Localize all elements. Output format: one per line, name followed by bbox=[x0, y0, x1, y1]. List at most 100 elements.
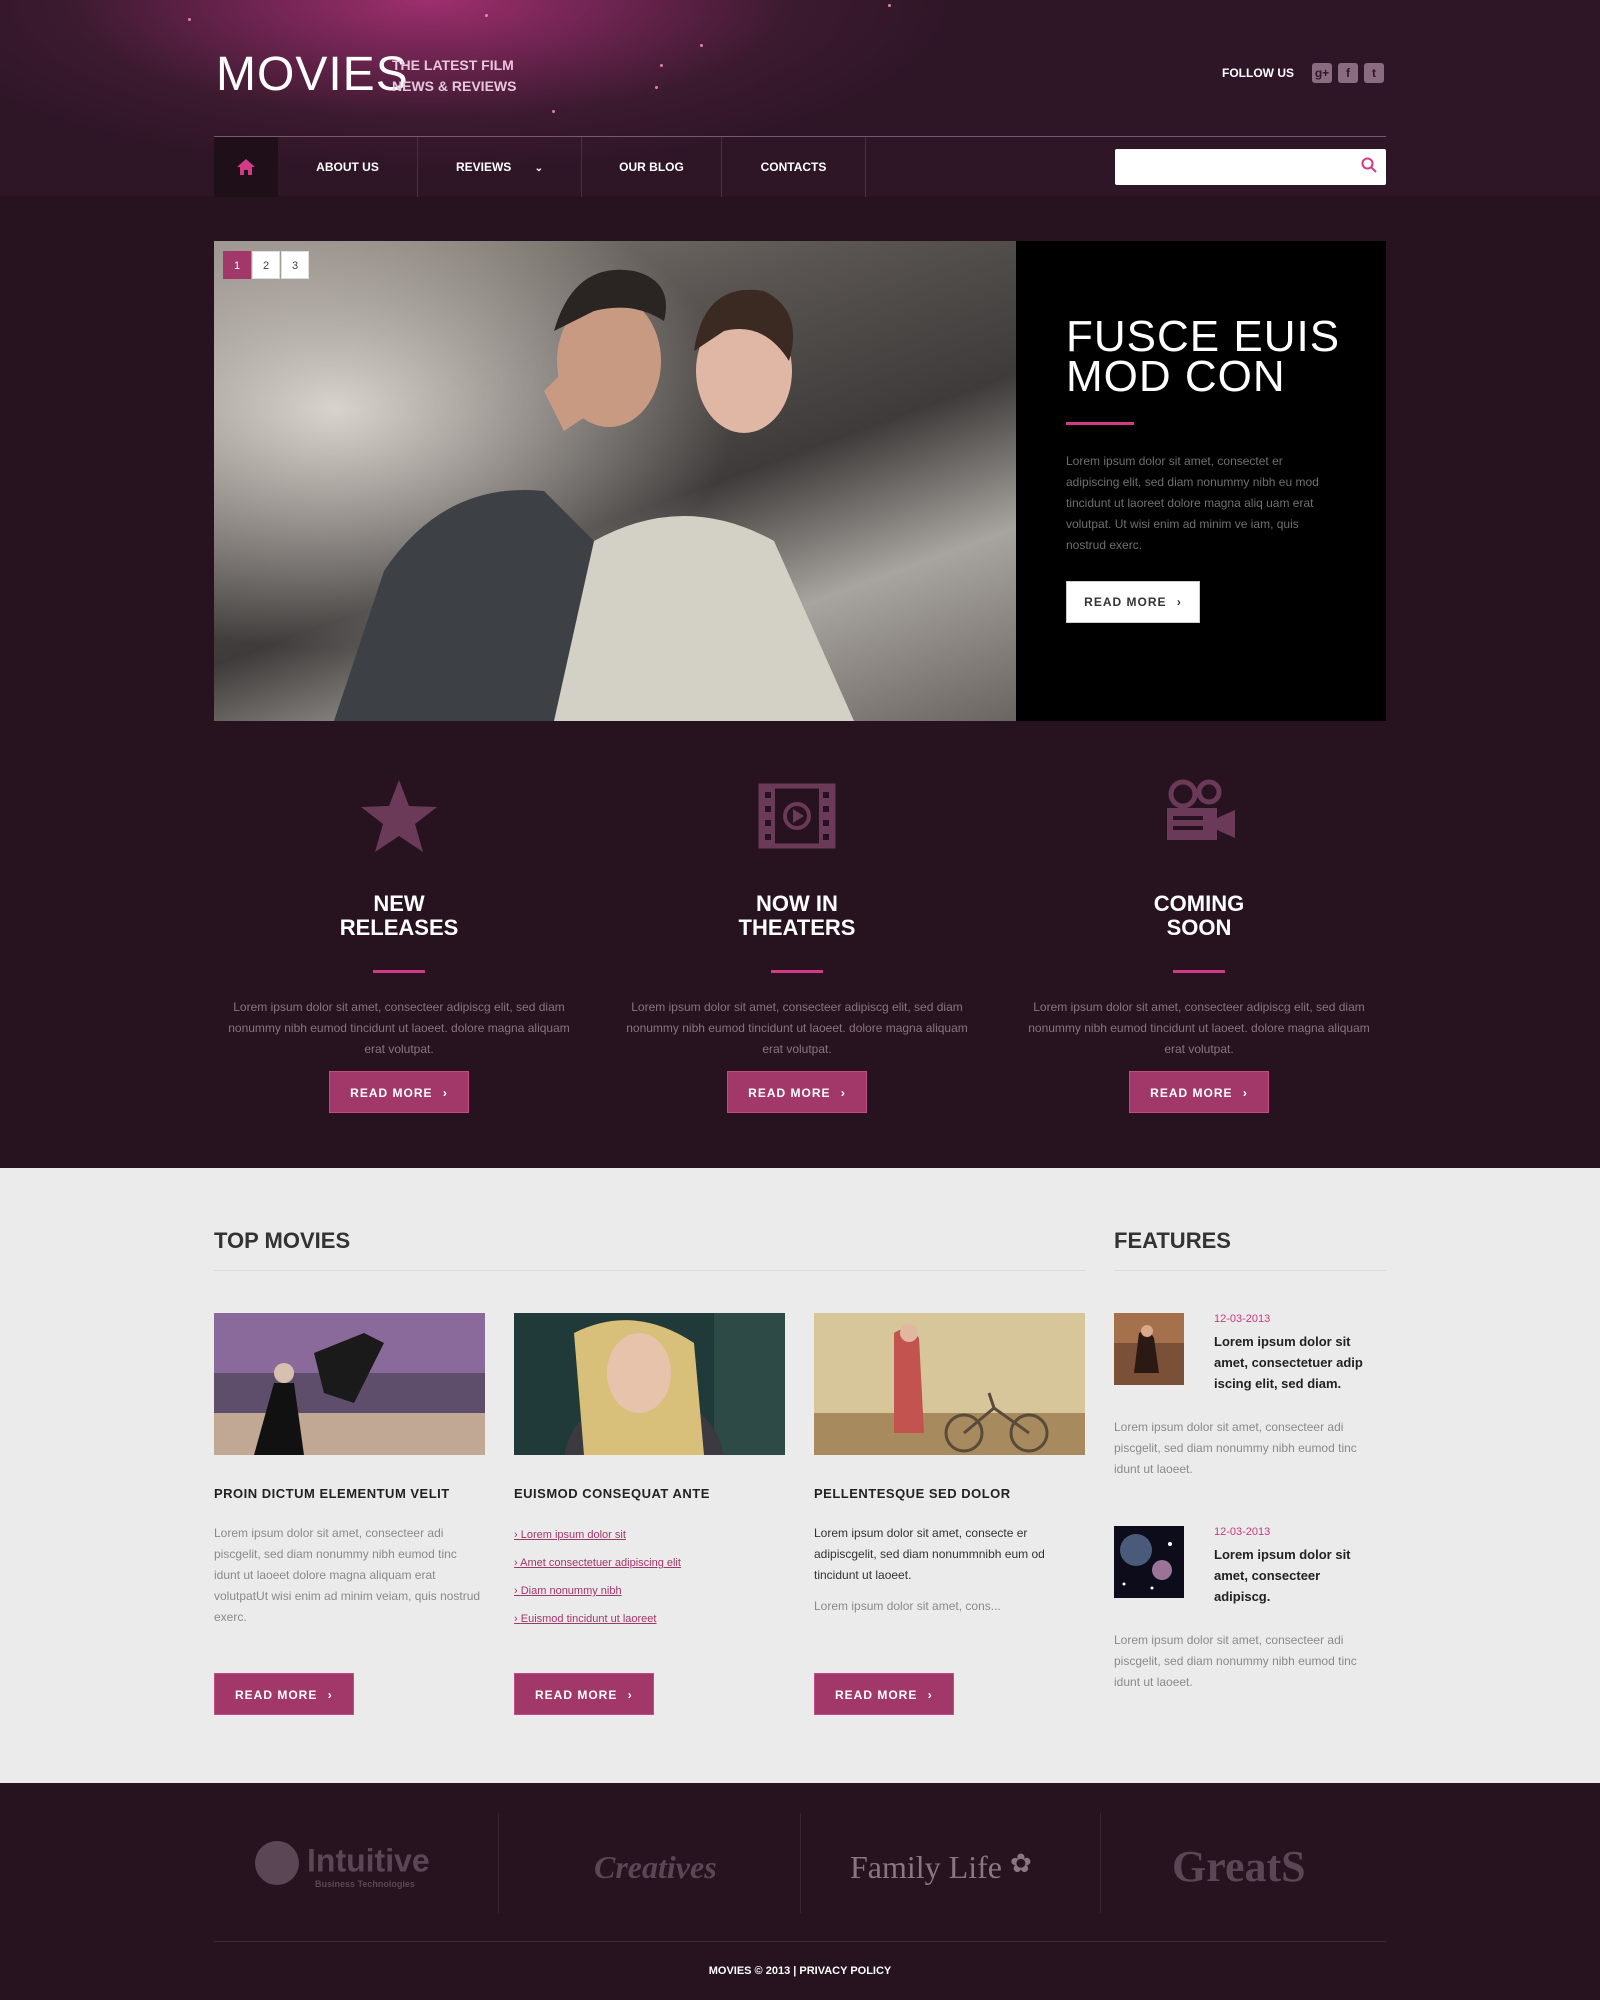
feature-title: NOW IN THEATERS bbox=[738, 891, 856, 940]
chevron-right-icon: › bbox=[927, 1688, 933, 1702]
feature-coming-soon: COMING SOON Lorem ipsum dolor sit amet, … bbox=[1014, 776, 1384, 1113]
slide-text: Lorem ipsum dolor sit amet, consectet er… bbox=[1066, 454, 1319, 552]
site-tagline: THE LATEST FILM NEWS & REVIEWS bbox=[392, 57, 517, 94]
movie-link-list: Lorem ipsum dolor sit Amet consectetuer … bbox=[514, 1521, 785, 1633]
movie-title[interactable]: EUISMOD CONSEQUAT ANTE bbox=[514, 1486, 785, 1501]
hero-slider: 1 2 3 FUSCE EUIS MOD CON Lorem ipsum dol… bbox=[214, 241, 1386, 721]
partner-name: Intuitive bbox=[307, 1842, 430, 1879]
content-section: TOP MOVIES FEATURES PROIN DICTUM ELEMENT… bbox=[0, 1168, 1600, 1783]
feature-item-text: Lorem ipsum dolor sit amet, consecteer a… bbox=[1114, 1420, 1357, 1476]
feature-thumbnail[interactable] bbox=[1114, 1313, 1184, 1385]
chevron-right-icon: › bbox=[1176, 595, 1182, 609]
nav-home-icon[interactable] bbox=[214, 137, 278, 197]
movie-link[interactable]: Amet consectetuer adipiscing elit bbox=[514, 1549, 785, 1577]
nav-item-about-us[interactable]: ABOUT US bbox=[278, 137, 418, 197]
feature-date: 12-03-2013 bbox=[1214, 1526, 1271, 1538]
slider-page-3[interactable]: 3 bbox=[281, 251, 309, 279]
main-nav: ABOUT US REVIEWS ⌄ OUR BLOG CONTACTS bbox=[214, 136, 1386, 197]
feature-item-title[interactable]: Lorem ipsum dolor sit amet, consectetuer… bbox=[1214, 1331, 1384, 1394]
movie-title[interactable]: PELLENTESQUE SED DOLOR bbox=[814, 1486, 1085, 1501]
site-logo-title[interactable]: MOVIES bbox=[216, 48, 409, 102]
feature-new-releases: NEW RELEASES Lorem ipsum dolor sit amet,… bbox=[214, 776, 584, 1113]
partner-logo-creatives[interactable]: Creatives bbox=[594, 1849, 717, 1886]
partner-name: Family Life bbox=[850, 1849, 1002, 1885]
slide-title: FUSCE EUIS MOD CON bbox=[1066, 312, 1341, 401]
slide-read-more-button[interactable]: READ MORE › bbox=[1066, 581, 1200, 623]
logo-divider bbox=[1100, 1813, 1101, 1913]
section-divider bbox=[214, 1270, 1086, 1271]
movie-card: PROIN DICTUM ELEMENTUM VELIT Lorem ipsum… bbox=[214, 1313, 485, 1715]
features-heading: FEATURES bbox=[1114, 1228, 1231, 1253]
partner-subtitle: Business Technologies bbox=[315, 1879, 415, 1889]
read-more-label: READ MORE bbox=[235, 1688, 318, 1702]
movie-link[interactable]: Diam nonummy nibh bbox=[514, 1577, 785, 1605]
chevron-right-icon: › bbox=[627, 1688, 633, 1702]
facebook-icon[interactable]: f bbox=[1338, 63, 1358, 83]
chevron-down-icon: ⌄ bbox=[534, 163, 544, 174]
feature-item-title[interactable]: Lorem ipsum dolor sit amet, consecteer a… bbox=[1214, 1544, 1354, 1607]
feature-now-in-theaters: NOW IN THEATERS Lorem ipsum dolor sit am… bbox=[612, 776, 982, 1113]
movie-thumbnail[interactable] bbox=[814, 1313, 1085, 1455]
read-more-label: READ MORE bbox=[748, 1086, 831, 1100]
feature-text: Lorem ipsum dolor sit amet, consecteer a… bbox=[626, 1000, 968, 1056]
partner-logo-greats[interactable]: GreatS bbox=[1172, 1841, 1306, 1892]
movie-text-bold: Lorem ipsum dolor sit amet, consecte er … bbox=[814, 1526, 1045, 1582]
nav-item-reviews[interactable]: REVIEWS ⌄ bbox=[418, 137, 582, 197]
read-more-button[interactable]: READ MORE › bbox=[329, 1071, 469, 1113]
partner-logo-intuitive[interactable]: Intuitive Business Technologies bbox=[255, 1841, 430, 1889]
footer-divider bbox=[214, 1941, 1386, 1942]
read-more-label: READ MORE bbox=[1150, 1086, 1233, 1100]
movie-thumbnail[interactable] bbox=[214, 1313, 485, 1455]
top-movies-heading: TOP MOVIES bbox=[214, 1228, 351, 1253]
feature-item-text: Lorem ipsum dolor sit amet, consecteer a… bbox=[1114, 1633, 1357, 1689]
slider-page-1[interactable]: 1 bbox=[223, 251, 251, 279]
slider-page-2[interactable]: 2 bbox=[252, 251, 280, 279]
read-more-label: READ MORE bbox=[535, 1688, 618, 1702]
footer: Intuitive Business Technologies Creative… bbox=[0, 1783, 1600, 2000]
feature-thumbnail[interactable] bbox=[1114, 1526, 1184, 1598]
section-divider bbox=[1114, 1270, 1386, 1271]
movie-text: Lorem ipsum dolor sit amet, consecteer a… bbox=[214, 1526, 481, 1624]
gear-icon bbox=[255, 1841, 299, 1885]
star-icon bbox=[361, 780, 437, 852]
feature-text: Lorem ipsum dolor sit amet, consecteer a… bbox=[228, 1000, 570, 1056]
feature-date: 12-03-2013 bbox=[1214, 1313, 1271, 1325]
feature-text: Lorem ipsum dolor sit amet, consecteer a… bbox=[1028, 1000, 1370, 1056]
search-icon[interactable] bbox=[1361, 157, 1381, 177]
top-section: MOVIES THE LATEST FILM NEWS & REVIEWS FO… bbox=[0, 0, 1600, 1168]
chevron-right-icon: › bbox=[1242, 1086, 1248, 1100]
movie-title[interactable]: PROIN DICTUM ELEMENTUM VELIT bbox=[214, 1486, 485, 1501]
feature-divider bbox=[1173, 970, 1225, 973]
nav-item-our-blog[interactable]: OUR BLOG bbox=[582, 137, 722, 197]
movie-camera-icon bbox=[1167, 779, 1235, 840]
movie-card: PELLENTESQUE SED DOLOR Lorem ipsum dolor… bbox=[814, 1313, 1085, 1715]
read-more-button[interactable]: READ MORE › bbox=[214, 1673, 354, 1715]
nav-item-reviews-label: REVIEWS bbox=[455, 160, 512, 174]
movie-link[interactable]: Lorem ipsum dolor sit bbox=[514, 1521, 785, 1549]
read-more-button[interactable]: READ MORE › bbox=[1129, 1071, 1269, 1113]
chevron-right-icon: › bbox=[442, 1086, 448, 1100]
copyright-text[interactable]: MOVIES © 2013 | PRIVACY POLICY bbox=[0, 1965, 1600, 1977]
slide-read-more-label: READ MORE bbox=[1084, 595, 1167, 609]
read-more-label: READ MORE bbox=[350, 1086, 433, 1100]
nav-item-contacts[interactable]: CONTACTS bbox=[722, 137, 866, 197]
film-icon bbox=[758, 783, 836, 849]
feature-title: COMING SOON bbox=[1153, 891, 1245, 940]
chevron-right-icon: › bbox=[327, 1688, 333, 1702]
feature-divider bbox=[771, 970, 823, 973]
movie-thumbnail[interactable] bbox=[514, 1313, 785, 1533]
logo-divider bbox=[800, 1813, 801, 1913]
slide-divider bbox=[1066, 422, 1134, 425]
partner-logo-family-life[interactable]: Family Life ✿ bbox=[850, 1849, 1032, 1886]
read-more-button[interactable]: READ MORE › bbox=[514, 1673, 654, 1715]
google-plus-icon[interactable]: g+ bbox=[1312, 63, 1332, 83]
logo-divider bbox=[498, 1813, 499, 1913]
chevron-right-icon: › bbox=[840, 1086, 846, 1100]
flower-icon: ✿ bbox=[1009, 1849, 1032, 1878]
movie-link[interactable]: Euismod tincidunt ut laoreet bbox=[514, 1605, 785, 1633]
read-more-button[interactable]: READ MORE › bbox=[814, 1673, 954, 1715]
read-more-button[interactable]: READ MORE › bbox=[727, 1071, 867, 1113]
twitter-icon[interactable]: t bbox=[1364, 63, 1384, 83]
search-input[interactable] bbox=[1115, 149, 1386, 185]
movie-card: EUISMOD CONSEQUAT ANTE Lorem ipsum dolor… bbox=[514, 1313, 785, 1715]
